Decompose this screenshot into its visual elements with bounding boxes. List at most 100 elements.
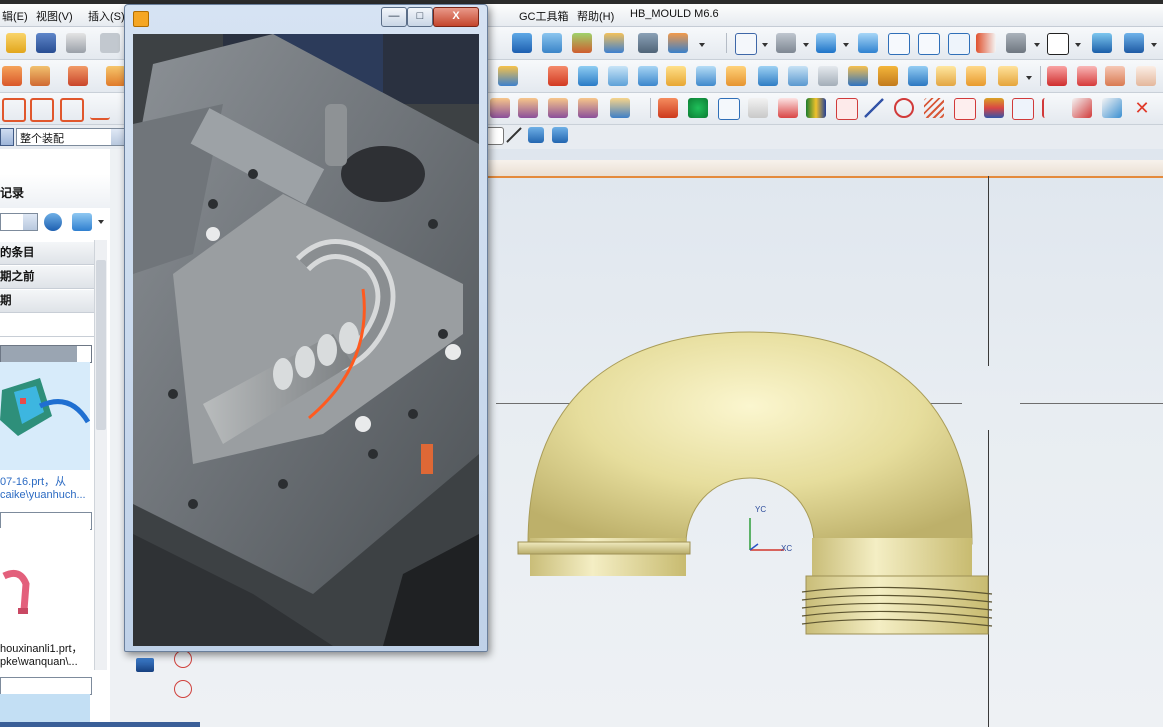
surface-tool-icon[interactable] (490, 98, 510, 118)
filter-dropdown[interactable] (0, 128, 14, 146)
bridge-curve-icon[interactable] (90, 98, 110, 120)
offset-curve-icon[interactable] (60, 98, 84, 122)
zoom-icon[interactable] (604, 33, 624, 53)
wireframe-cube-icon[interactable] (918, 33, 940, 55)
cube-front-icon[interactable] (858, 33, 878, 53)
hole-icon[interactable] (726, 66, 746, 86)
file-thumbnail-1[interactable] (0, 362, 91, 470)
menu-edit[interactable]: 辑(E) (2, 8, 28, 24)
background-color-icon[interactable] (1047, 33, 1069, 55)
chevron-down-icon[interactable] (699, 43, 705, 47)
view-orient-icon[interactable] (776, 33, 796, 53)
sketch-curve-icon[interactable] (2, 98, 26, 122)
open-folder-icon[interactable] (6, 33, 26, 53)
chevron-down-icon[interactable] (843, 43, 849, 47)
shell-icon[interactable] (966, 66, 986, 86)
recent-file-name[interactable]: houxinanli1.prt， (0, 640, 83, 656)
cylinder-icon[interactable] (578, 66, 598, 86)
snap-face-icon[interactable] (552, 127, 568, 143)
view-cube-icon[interactable] (1012, 98, 1034, 120)
sphere-icon[interactable] (638, 66, 658, 86)
chevron-down-icon[interactable] (803, 43, 809, 47)
menu-hb-mould[interactable]: HB_MOULD M6.6 (630, 8, 719, 20)
rotate-icon[interactable] (542, 33, 562, 53)
wcs-icon[interactable] (1124, 33, 1144, 53)
snap-slash-icon[interactable] (506, 127, 522, 143)
navigator-tab-icon[interactable] (136, 658, 154, 672)
measure-icon[interactable] (1072, 98, 1092, 118)
nav-group-period[interactable]: 期 (0, 290, 94, 313)
angle-icon[interactable] (1042, 98, 1064, 118)
close-icon[interactable]: ✕ (1132, 98, 1152, 118)
nav-group-items[interactable]: 的条目 (0, 242, 94, 265)
mould-tool-icon[interactable] (1136, 66, 1156, 86)
line-icon[interactable] (864, 98, 884, 118)
nav-group-before[interactable]: 期之前 (0, 266, 94, 289)
shaded-cube-icon[interactable] (816, 33, 836, 53)
chevron-down-icon[interactable] (98, 220, 104, 224)
palette-icon[interactable] (806, 98, 826, 118)
boss-icon[interactable] (758, 66, 778, 86)
pattern-icon[interactable] (498, 66, 518, 86)
mould-tool-icon[interactable] (1077, 66, 1097, 86)
pan-icon[interactable] (638, 33, 658, 53)
groove-icon[interactable] (878, 66, 898, 86)
outline-cube-icon[interactable] (718, 98, 740, 120)
chevron-down-icon[interactable] (1026, 76, 1032, 80)
snap-point-icon[interactable] (528, 127, 544, 143)
target-icon[interactable] (174, 650, 192, 668)
scrollbar-thumb[interactable] (96, 260, 106, 430)
slot-icon[interactable] (848, 66, 868, 86)
minimize-button[interactable]: — (381, 7, 407, 27)
pocket-icon[interactable] (788, 66, 808, 86)
explode-icon[interactable] (106, 66, 126, 86)
bracket-icon[interactable] (610, 98, 630, 118)
spline-icon[interactable] (30, 98, 54, 122)
file-options-select[interactable] (0, 677, 92, 695)
navigator-scrollbar[interactable] (94, 240, 107, 670)
video-popup-window[interactable]: — □ X (124, 4, 488, 652)
chamfer-icon[interactable] (936, 66, 956, 86)
wireframe-cube-icon[interactable] (948, 33, 970, 55)
menu-gc-toolbox[interactable]: GC工具箱 (519, 8, 569, 24)
wireframe-cube-icon[interactable] (888, 33, 910, 55)
gray-cube-icon[interactable] (1006, 33, 1026, 53)
cone-icon[interactable] (608, 66, 628, 86)
snap-line-icon[interactable] (486, 127, 504, 145)
green-diamond-icon[interactable] (688, 98, 708, 118)
surface-tool-icon[interactable] (518, 98, 538, 118)
extrude-icon[interactable] (666, 66, 686, 86)
assembly-icon[interactable] (2, 66, 22, 86)
red-cube-icon[interactable] (658, 98, 678, 118)
view-mode-icon[interactable] (72, 213, 92, 231)
back-arrow-icon[interactable] (44, 213, 62, 231)
orient-icon[interactable] (668, 33, 688, 53)
chevron-down-icon[interactable] (1151, 43, 1157, 47)
close-button[interactable]: X (433, 7, 479, 27)
grid-icon[interactable] (778, 98, 798, 118)
save-icon[interactable] (36, 33, 56, 53)
hatch-icon[interactable] (924, 98, 944, 118)
menu-view[interactable]: 视图(V) (36, 8, 73, 24)
mould-tool-icon[interactable] (1105, 66, 1125, 86)
chevron-down-icon[interactable] (77, 346, 91, 362)
surface-tool-icon[interactable] (578, 98, 598, 118)
section-cube-icon[interactable] (976, 33, 996, 53)
recent-file-name[interactable]: 07-16.prt，从 (0, 473, 66, 489)
layers-icon[interactable] (984, 98, 1004, 118)
revolve-icon[interactable] (696, 66, 716, 86)
assembly-scope-select[interactable]: 整个装配 (16, 128, 126, 146)
menu-help[interactable]: 帮助(H) (577, 8, 614, 24)
pad-icon[interactable] (818, 66, 838, 86)
maximize-button[interactable]: □ (407, 7, 433, 27)
trim-icon[interactable] (998, 66, 1018, 86)
target-icon[interactable] (894, 98, 914, 118)
edge-blend-icon[interactable] (908, 66, 928, 86)
move-icon[interactable] (1092, 33, 1112, 53)
print-icon[interactable] (66, 33, 86, 53)
table-icon[interactable] (748, 98, 768, 118)
video-window-titlebar[interactable]: — □ X (125, 5, 487, 29)
measure-icon[interactable] (1102, 98, 1122, 118)
file-thumbnail-2[interactable] (0, 528, 90, 634)
menu-insert[interactable]: 插入(S) (88, 8, 125, 24)
